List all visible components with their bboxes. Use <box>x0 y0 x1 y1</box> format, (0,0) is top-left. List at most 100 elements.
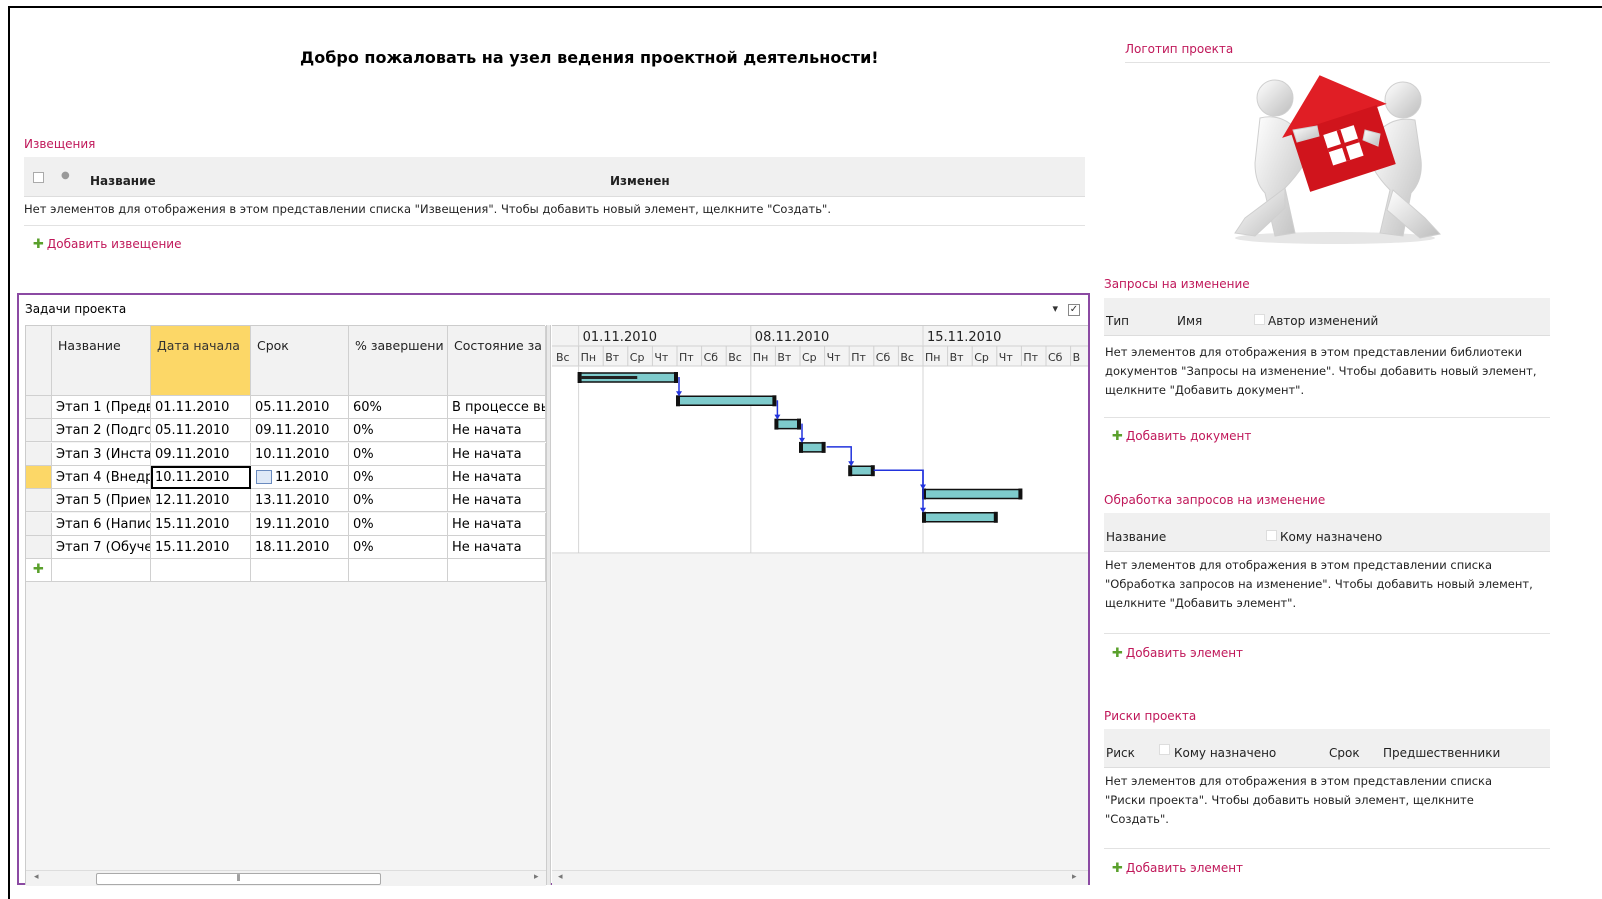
cell-start[interactable]: 12.11.2010 <box>151 489 251 513</box>
row-selector[interactable] <box>26 465 52 489</box>
checkbox[interactable] <box>1159 744 1170 755</box>
cell-start[interactable]: 09.11.2010 <box>151 442 251 466</box>
add-item-link[interactable]: ✚ Добавить элемент <box>1112 646 1243 661</box>
cell-name[interactable]: Этап 7 (Обуче <box>52 535 151 559</box>
chevron-down-icon[interactable]: ▾ <box>1052 302 1058 315</box>
cell-name[interactable]: Этап 4 (Внедр <box>52 465 151 489</box>
bar-end-cap <box>1018 488 1023 500</box>
cell-percent[interactable]: 0% <box>349 489 448 513</box>
new-row-cell[interactable] <box>448 559 546 582</box>
cp-col-name[interactable]: Название <box>1106 530 1166 544</box>
grid-gantt-splitter[interactable] <box>546 325 551 885</box>
change-requests-header: Тип Имя Автор изменений <box>1104 298 1550 336</box>
cell-status[interactable]: Не начата <box>448 465 546 489</box>
cell-name[interactable]: Этап 6 (Напис <box>52 512 151 536</box>
cell-due[interactable]: 10.11.2010 <box>251 442 349 466</box>
checkbox[interactable] <box>1254 314 1265 325</box>
cell-start[interactable]: 05.11.2010 <box>151 419 251 443</box>
col-header-percent[interactable]: % завершени <box>349 326 448 396</box>
select-all-checkbox[interactable] <box>33 172 44 183</box>
cell-status[interactable]: Не начата <box>448 489 546 513</box>
cell-percent[interactable]: 0% <box>349 535 448 559</box>
cell-due[interactable]: 19.11.2010 <box>251 512 349 536</box>
cr-col-type[interactable]: Тип <box>1106 314 1129 328</box>
logo-section-title[interactable]: Логотип проекта <box>1125 42 1233 56</box>
notices-title[interactable]: Извещения <box>24 137 95 151</box>
day-label: Чт <box>654 351 669 364</box>
col-header-start[interactable]: Дата начала <box>151 326 251 396</box>
row-selector[interactable] <box>26 535 52 559</box>
change-processing-title[interactable]: Обработка запросов на изменение <box>1104 493 1325 507</box>
gantt-h-scrollbar[interactable]: ◂ ▸ <box>552 870 1088 885</box>
add-document-link[interactable]: ✚ Добавить документ <box>1112 429 1251 444</box>
cell-percent[interactable]: 0% <box>349 419 448 443</box>
cell-percent[interactable]: 0% <box>349 512 448 536</box>
add-risk-link[interactable]: ✚ Добавить элемент <box>1112 861 1243 876</box>
notices-col-modified[interactable]: Изменен <box>610 174 670 188</box>
cr-col-author[interactable]: Автор изменений <box>1268 314 1378 328</box>
cell-percent[interactable]: 60% <box>349 396 448 419</box>
row-selector[interactable] <box>26 512 52 536</box>
notices-col-name[interactable]: Название <box>90 174 156 188</box>
cell-due[interactable]: 09.11.2010 <box>251 419 349 443</box>
scroll-right-icon[interactable]: ▸ <box>1072 872 1077 882</box>
cell-status[interactable]: Не начата <box>448 442 546 466</box>
cell-start[interactable]: 15.11.2010 <box>151 512 251 536</box>
cell-status[interactable]: Не начата <box>448 419 546 443</box>
day-label: Сб <box>1048 351 1063 364</box>
cell-due[interactable]: 11.2010 <box>251 465 349 489</box>
add-row-cell[interactable]: ✚ <box>26 559 52 582</box>
cp-col-assigned[interactable]: Кому назначено <box>1280 530 1382 544</box>
add-notice-link[interactable]: ✚ Добавить извещение <box>33 237 181 252</box>
grid-h-scrollbar[interactable]: ◂ ⦀ ▸ <box>26 870 546 886</box>
scroll-left-icon[interactable]: ◂ <box>558 872 563 882</box>
cell-status[interactable]: Не начата <box>448 535 546 559</box>
row-selector[interactable] <box>26 396 52 419</box>
cell-name[interactable]: Этап 1 (Предв <box>52 396 151 419</box>
new-row-cell[interactable] <box>52 559 151 582</box>
day-label: Сб <box>704 351 719 364</box>
row-selector[interactable] <box>26 442 52 466</box>
divider <box>1104 633 1550 634</box>
cell-name[interactable]: Этап 2 (Подгот <box>52 419 151 443</box>
add-item-label: Добавить элемент <box>1125 646 1244 660</box>
select-webpart-checkbox[interactable]: ✓ <box>1068 304 1080 316</box>
cell-start[interactable]: 15.11.2010 <box>151 535 251 559</box>
change-requests-title[interactable]: Запросы на изменение <box>1104 277 1250 291</box>
calendar-icon[interactable] <box>256 469 272 484</box>
new-row-cell[interactable] <box>349 559 448 582</box>
cell-due[interactable]: 05.11.2010 <box>251 396 349 419</box>
scroll-left-icon[interactable]: ◂ <box>34 872 39 882</box>
cell-start[interactable]: 01.11.2010 <box>151 396 251 419</box>
row-selector[interactable] <box>26 419 52 443</box>
checkbox[interactable] <box>1266 530 1277 541</box>
cell-percent[interactable]: 0% <box>349 442 448 466</box>
cell-name[interactable]: Этап 5 (Прием <box>52 489 151 513</box>
col-header-name[interactable]: Название <box>52 326 151 396</box>
col-header-status[interactable]: Состояние за <box>448 326 546 396</box>
bar-end-cap <box>772 395 777 407</box>
cell-status[interactable]: В процессе вь <box>448 396 546 419</box>
cell-due[interactable]: 18.11.2010 <box>251 535 349 559</box>
new-row-cell[interactable] <box>151 559 251 582</box>
risks-col-risk[interactable]: Риск <box>1106 746 1135 760</box>
col-header-due[interactable]: Срок <box>251 326 349 396</box>
cr-col-name[interactable]: Имя <box>1177 314 1202 328</box>
cell-name[interactable]: Этап 3 (Инста <box>52 442 151 466</box>
tasks-panel: Задачи проекта ▾ ✓ Название Дата начала С… <box>17 293 1090 886</box>
risks-col-predecessors[interactable]: Предшественники <box>1383 746 1500 760</box>
scroll-right-icon[interactable]: ▸ <box>534 872 539 882</box>
notices-empty-message: Нет элементов для отображения в этом пре… <box>24 202 831 216</box>
cell-start[interactable]: 10.11.2010 <box>151 465 251 489</box>
cell-status[interactable]: Не начата <box>448 512 546 536</box>
add-document-label: Добавить документ <box>1125 429 1252 443</box>
risks-col-assigned[interactable]: Кому назначено <box>1174 746 1276 760</box>
row-selector[interactable] <box>26 489 52 513</box>
day-label: Вт <box>950 351 965 364</box>
new-row-cell[interactable] <box>251 559 349 582</box>
cell-due[interactable]: 13.11.2010 <box>251 489 349 513</box>
risks-col-due[interactable]: Срок <box>1329 746 1360 760</box>
risks-title[interactable]: Риски проекта <box>1104 709 1196 723</box>
cell-percent[interactable]: 0% <box>349 465 448 489</box>
scroll-thumb[interactable]: ⦀ <box>96 873 381 885</box>
